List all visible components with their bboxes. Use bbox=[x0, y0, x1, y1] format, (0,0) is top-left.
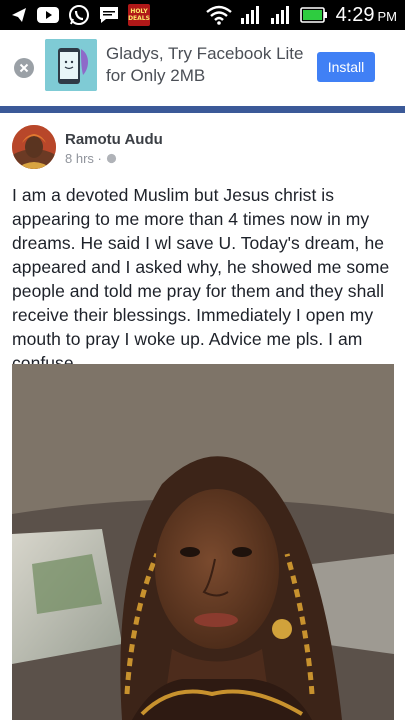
avatar[interactable] bbox=[12, 125, 56, 169]
youtube-icon bbox=[37, 7, 59, 23]
install-button[interactable]: Install bbox=[317, 52, 375, 82]
whatsapp-icon bbox=[69, 5, 89, 25]
divider bbox=[0, 106, 405, 113]
messages-icon bbox=[100, 7, 118, 23]
notification-icons: HOLY DEALS bbox=[10, 3, 150, 27]
ad-headline: Gladys, Try Facebook Lite for Only 2MB bbox=[106, 44, 304, 85]
wifi-icon bbox=[205, 5, 232, 25]
post-time: 8 hrs · bbox=[65, 151, 102, 166]
post-text: I am a devoted Muslim but Jesus christ i… bbox=[12, 185, 390, 373]
system-icons: 4:29 PM bbox=[205, 3, 397, 27]
facebook-lite-app-icon bbox=[45, 39, 97, 91]
clock: 4:29 PM bbox=[335, 3, 397, 26]
telegram-icon bbox=[12, 8, 26, 22]
post-photo[interactable] bbox=[12, 364, 394, 720]
news-app-icon: HOLY DEALS bbox=[128, 4, 150, 26]
facebook-lite-ad[interactable]: Gladys, Try Facebook Lite for Only 2MB I… bbox=[0, 30, 405, 106]
signal-icon bbox=[240, 6, 259, 24]
post-author[interactable]: Ramotu Audu bbox=[65, 131, 163, 148]
battery-icon bbox=[299, 7, 327, 23]
status-bar: HOLY DEALS 4:29 PM bbox=[0, 0, 405, 30]
close-ad-button[interactable] bbox=[14, 58, 34, 78]
globe-icon bbox=[106, 153, 116, 164]
close-icon bbox=[19, 63, 29, 73]
post-meta: 8 hrs · bbox=[65, 151, 117, 166]
signal-icon bbox=[270, 6, 289, 24]
